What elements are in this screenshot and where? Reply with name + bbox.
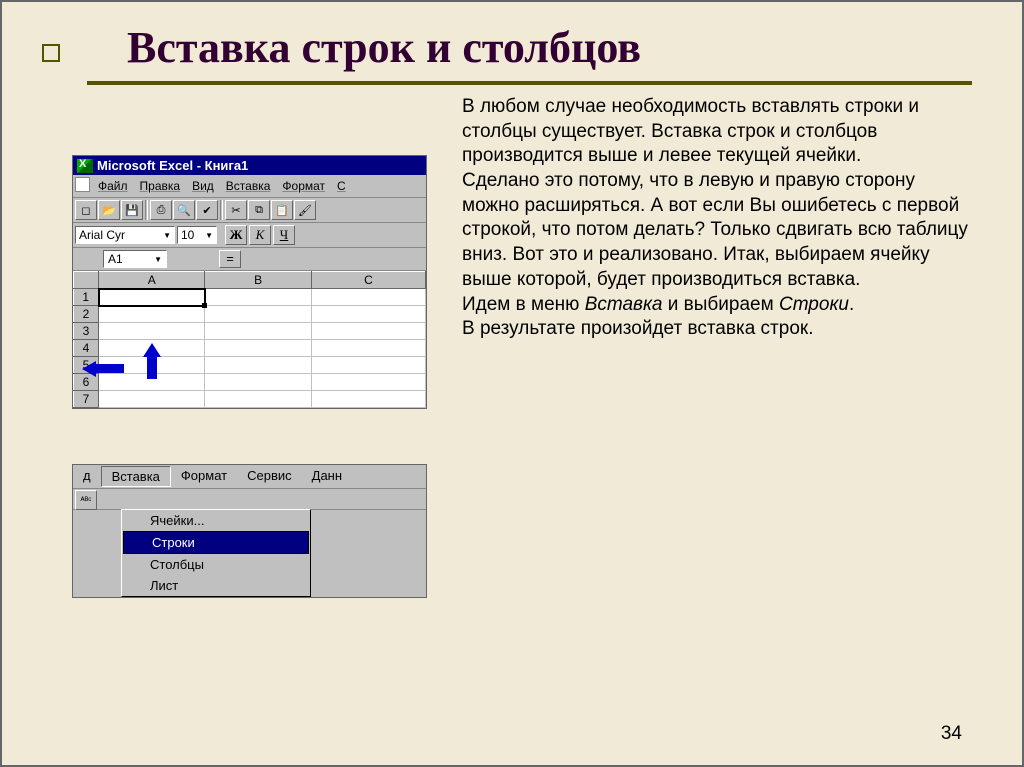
cell[interactable] bbox=[311, 289, 425, 306]
abc-button[interactable]: ᴬᴮᶜ bbox=[75, 490, 97, 510]
select-all-corner[interactable] bbox=[74, 272, 99, 289]
new-button[interactable]: ◻ bbox=[75, 200, 97, 220]
col-header-c[interactable]: C bbox=[311, 272, 425, 289]
cell[interactable] bbox=[99, 306, 205, 323]
menu-cut[interactable]: С bbox=[331, 177, 352, 195]
equals-button[interactable]: = bbox=[219, 250, 241, 268]
excel-app-icon bbox=[77, 159, 93, 173]
menu-item-cells[interactable]: Ячейки... bbox=[122, 510, 310, 531]
name-box[interactable]: A1▼ bbox=[103, 250, 167, 268]
cell[interactable] bbox=[311, 340, 425, 357]
paste-button[interactable]: 📋 bbox=[271, 200, 293, 220]
left-column: Microsoft Excel - Книга1 Файл Правка Вид… bbox=[52, 155, 432, 598]
copy-button[interactable]: ⧉ bbox=[248, 200, 270, 220]
menu-format[interactable]: Формат bbox=[276, 177, 331, 195]
format-painter-button[interactable]: 🖌 bbox=[294, 200, 316, 220]
title-bar: Microsoft Excel - Книга1 bbox=[73, 156, 426, 175]
row-header-2[interactable]: 2 bbox=[74, 306, 99, 323]
menu-edit[interactable]: Правка bbox=[134, 177, 187, 195]
menu-partial: д bbox=[73, 466, 101, 487]
standard-toolbar: ◻ 📂 💾 ⎙ 🔍 ✔ ✂ ⧉ 📋 🖌 bbox=[73, 198, 426, 223]
cell[interactable] bbox=[99, 323, 205, 340]
cell[interactable] bbox=[205, 374, 311, 391]
slide-title: Вставка строк и столбцов bbox=[127, 22, 972, 73]
cell[interactable] bbox=[311, 374, 425, 391]
insert-menu-screenshot: д Вставка Формат Сервис Данн ᴬᴮᶜ Ячейки.… bbox=[72, 464, 427, 598]
open-button[interactable]: 📂 bbox=[98, 200, 120, 220]
font-size-combo[interactable]: 10▼ bbox=[177, 226, 217, 244]
cell[interactable] bbox=[99, 391, 205, 408]
arrow-up-indicator bbox=[132, 343, 172, 375]
cell[interactable] bbox=[205, 289, 311, 306]
menu-service[interactable]: Сервис bbox=[237, 466, 302, 487]
cut-button[interactable]: ✂ bbox=[225, 200, 247, 220]
arrow-left-indicator bbox=[82, 360, 132, 375]
spell-button[interactable]: ✔ bbox=[196, 200, 218, 220]
cell[interactable] bbox=[205, 323, 311, 340]
cell[interactable] bbox=[205, 340, 311, 357]
row-header-4[interactable]: 4 bbox=[74, 340, 99, 357]
cell[interactable] bbox=[311, 323, 425, 340]
menu-file[interactable]: Файл bbox=[92, 177, 134, 195]
paragraph-3: В результате произойдет вставка строк. bbox=[462, 317, 972, 342]
underline-button[interactable]: Ч bbox=[273, 225, 295, 245]
print-button[interactable]: ⎙ bbox=[150, 200, 172, 220]
cell[interactable] bbox=[311, 391, 425, 408]
menu-format-2[interactable]: Формат bbox=[171, 466, 237, 487]
paragraph-1: В любом случае необходимость вставлять с… bbox=[462, 95, 972, 293]
title-block: Вставка строк и столбцов bbox=[87, 22, 972, 85]
menu-item-rows-highlighted[interactable]: Строки bbox=[123, 531, 309, 554]
formatting-toolbar: Arial Cyr▼ 10▼ Ж К Ч bbox=[73, 223, 426, 248]
italic-button[interactable]: К bbox=[249, 225, 271, 245]
page-number: 34 bbox=[941, 723, 962, 745]
menu-insert[interactable]: Вставка bbox=[220, 177, 277, 195]
cell[interactable] bbox=[311, 357, 425, 374]
menu-data[interactable]: Данн bbox=[302, 466, 352, 487]
document-icon bbox=[75, 177, 90, 192]
worksheet-grid[interactable]: A B C 1 2 3 4 5 6 7 bbox=[73, 271, 426, 408]
row-header-3[interactable]: 3 bbox=[74, 323, 99, 340]
menu-item-sheet[interactable]: Лист bbox=[122, 575, 310, 596]
cell[interactable] bbox=[205, 391, 311, 408]
cell[interactable] bbox=[205, 357, 311, 374]
window-title: Microsoft Excel - Книга1 bbox=[97, 158, 248, 173]
insert-dropdown-menu: Ячейки... Строки Столбцы Лист bbox=[121, 509, 311, 597]
fill-handle[interactable] bbox=[202, 303, 207, 308]
menu-insert-active[interactable]: Вставка bbox=[101, 466, 171, 487]
toolbar-strip: ᴬᴮᶜ bbox=[73, 489, 426, 510]
cell[interactable] bbox=[205, 306, 311, 323]
body-text-column: В любом случае необходимость вставлять с… bbox=[462, 95, 972, 598]
title-bullet-square bbox=[42, 44, 60, 62]
bold-button[interactable]: Ж bbox=[225, 225, 247, 245]
col-header-b[interactable]: B bbox=[205, 272, 311, 289]
menu-item-columns[interactable]: Столбцы bbox=[122, 554, 310, 575]
paragraph-2: Идем в меню Вставка и выбираем Строки. bbox=[462, 293, 972, 318]
menu-bar-2: д Вставка Формат Сервис Данн bbox=[73, 465, 426, 489]
cell-a1[interactable] bbox=[99, 289, 205, 306]
row-header-1[interactable]: 1 bbox=[74, 289, 99, 306]
menu-view[interactable]: Вид bbox=[186, 177, 220, 195]
content-area: Microsoft Excel - Книга1 Файл Правка Вид… bbox=[52, 155, 972, 598]
save-button[interactable]: 💾 bbox=[121, 200, 143, 220]
preview-button[interactable]: 🔍 bbox=[173, 200, 195, 220]
font-name-combo[interactable]: Arial Cyr▼ bbox=[75, 226, 175, 244]
menu-bar: Файл Правка Вид Вставка Формат С bbox=[73, 175, 426, 198]
row-header-7[interactable]: 7 bbox=[74, 391, 99, 408]
col-header-a[interactable]: A bbox=[99, 272, 205, 289]
cell[interactable] bbox=[311, 306, 425, 323]
formula-bar: A1▼ = bbox=[73, 248, 426, 271]
